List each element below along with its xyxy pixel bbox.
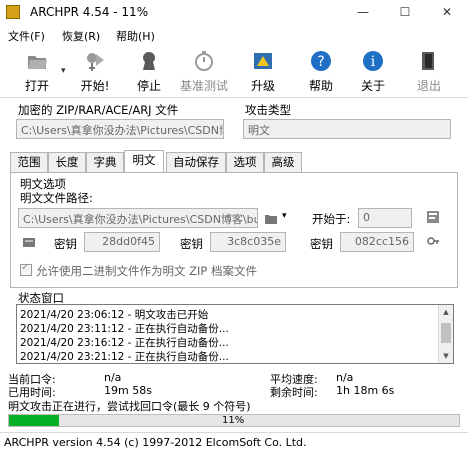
menu-bar: 文件(F) 恢复(R) 帮助(H)	[0, 25, 468, 45]
tab-dictionary[interactable]: 字典	[86, 152, 124, 172]
open-button[interactable]: 打开	[12, 46, 62, 96]
info-icon: i	[363, 51, 383, 71]
log-line: 2021/4/20 23:06:12 - 明文攻击已开始	[20, 309, 209, 321]
status-message: 明文攻击正在进行，尝试找回口令(最长 9 个符号)	[8, 400, 251, 413]
key-label-1: 密钥	[54, 237, 77, 251]
title-bar: ARCHPR 4.54 - 11% — ☐ ✕	[0, 0, 468, 24]
remaining-label: 剩余时间:	[270, 386, 318, 399]
attack-type-label: 攻击类型	[245, 103, 291, 117]
key-2-field[interactable]: 3c8c035e	[210, 232, 286, 252]
stop-icon	[143, 52, 155, 70]
tab-length[interactable]: 长度	[48, 152, 86, 172]
attack-type-select[interactable]: 明文	[243, 119, 451, 139]
stopwatch-icon	[195, 51, 213, 71]
encrypted-file-field[interactable]: C:\Users\真拿你没办法\Pictures\CSDN博	[16, 119, 224, 139]
help-button[interactable]: ? 帮助	[296, 46, 346, 96]
start-button[interactable]: 开始!	[70, 46, 120, 96]
scroll-up-icon[interactable]: ▲	[439, 305, 453, 319]
current-password-value: n/a	[104, 371, 122, 384]
svg-text:i: i	[371, 54, 376, 70]
footer-copyright: ARCHPR version 4.54 (c) 1997-2012 ElcomS…	[4, 436, 307, 449]
tab-options[interactable]: 选项	[226, 152, 264, 172]
start-icon	[87, 53, 104, 71]
menu-recover[interactable]: 恢复(R)	[62, 28, 100, 44]
minimize-icon[interactable]: —	[348, 2, 378, 22]
key-1-field[interactable]: 28dd0f45	[84, 232, 160, 252]
browse-dropdown-icon[interactable]: ▾	[282, 211, 287, 221]
tab-range[interactable]: 范围	[10, 152, 48, 172]
tab-advanced[interactable]: 高级	[264, 152, 302, 172]
close-icon[interactable]: ✕	[432, 2, 462, 22]
progress-label: 11%	[222, 415, 245, 426]
progress-fill	[9, 415, 59, 426]
start-at-label: 开始于:	[312, 212, 351, 226]
file-settings-icon[interactable]	[426, 210, 440, 224]
app-icon	[6, 5, 20, 19]
help-icon: ?	[311, 51, 331, 71]
start-at-field[interactable]: 0	[358, 208, 412, 228]
exit-button[interactable]: 退出	[404, 46, 454, 96]
browse-icon[interactable]	[264, 211, 278, 225]
upgrade-icon	[254, 53, 272, 69]
tab-autosave[interactable]: 自动保存	[166, 152, 226, 172]
status-scrollbar[interactable]: ▲ ▼	[438, 305, 453, 363]
tab-plaintext[interactable]: 明文	[124, 150, 164, 172]
about-button[interactable]: i 关于	[348, 46, 398, 96]
key-label-3: 密钥	[310, 237, 333, 251]
scroll-down-icon[interactable]: ▼	[439, 349, 453, 363]
benchmark-button[interactable]: 基准测试	[176, 46, 232, 96]
toolbar-divider	[0, 97, 468, 98]
footer-divider	[0, 432, 468, 433]
encrypted-file-label: 加密的 ZIP/RAR/ACE/ARJ 文件	[18, 103, 179, 117]
open-dropdown-icon[interactable]: ▾	[61, 66, 66, 76]
key-icon-1	[23, 238, 35, 247]
svg-text:?: ?	[317, 54, 324, 70]
log-line: 2021/4/20 23:21:12 - 正在执行自动备份...	[20, 351, 229, 363]
attack-type-value: 明文	[248, 124, 270, 137]
menu-help[interactable]: 帮助(H)	[116, 28, 155, 44]
key-label-2: 密钥	[180, 237, 203, 251]
plaintext-path-field[interactable]: C:\Users\真拿你没办法\Pictures\CSDN博客\bu	[18, 208, 258, 228]
scroll-thumb[interactable]	[441, 323, 451, 343]
elapsed-value: 19m 58s	[104, 384, 152, 397]
key-import-icon[interactable]	[426, 234, 440, 248]
status-log[interactable]: 2021/4/20 23:06:12 - 明文攻击已开始 2021/4/20 2…	[16, 304, 454, 364]
key-3-field[interactable]: 082cc156	[340, 232, 414, 252]
checkbox-check-icon: ✓	[21, 262, 30, 273]
toolbar: 打开 ▾ 开始! 停止 基准测试 升级 ? 帮助 i 关于 退出	[0, 46, 468, 96]
remaining-value: 1h 18m 6s	[336, 384, 395, 397]
upgrade-button[interactable]: 升级	[238, 46, 288, 96]
log-line: 2021/4/20 23:11:12 - 正在执行自动备份...	[20, 323, 229, 335]
stop-button[interactable]: 停止	[124, 46, 174, 96]
maximize-icon[interactable]: ☐	[390, 2, 420, 22]
avg-speed-value: n/a	[336, 371, 354, 384]
open-icon	[28, 56, 47, 69]
log-line: 2021/4/20 23:16:12 - 正在执行自动备份...	[20, 337, 229, 349]
window-title: ARCHPR 4.54 - 11%	[30, 5, 149, 19]
allow-binary-label: 允许使用二进制文件作为明文 ZIP 档案文件	[36, 264, 258, 278]
menu-file[interactable]: 文件(F)	[8, 28, 45, 44]
exit-icon	[422, 52, 434, 70]
plaintext-path-label: 明文文件路径:	[20, 191, 93, 205]
